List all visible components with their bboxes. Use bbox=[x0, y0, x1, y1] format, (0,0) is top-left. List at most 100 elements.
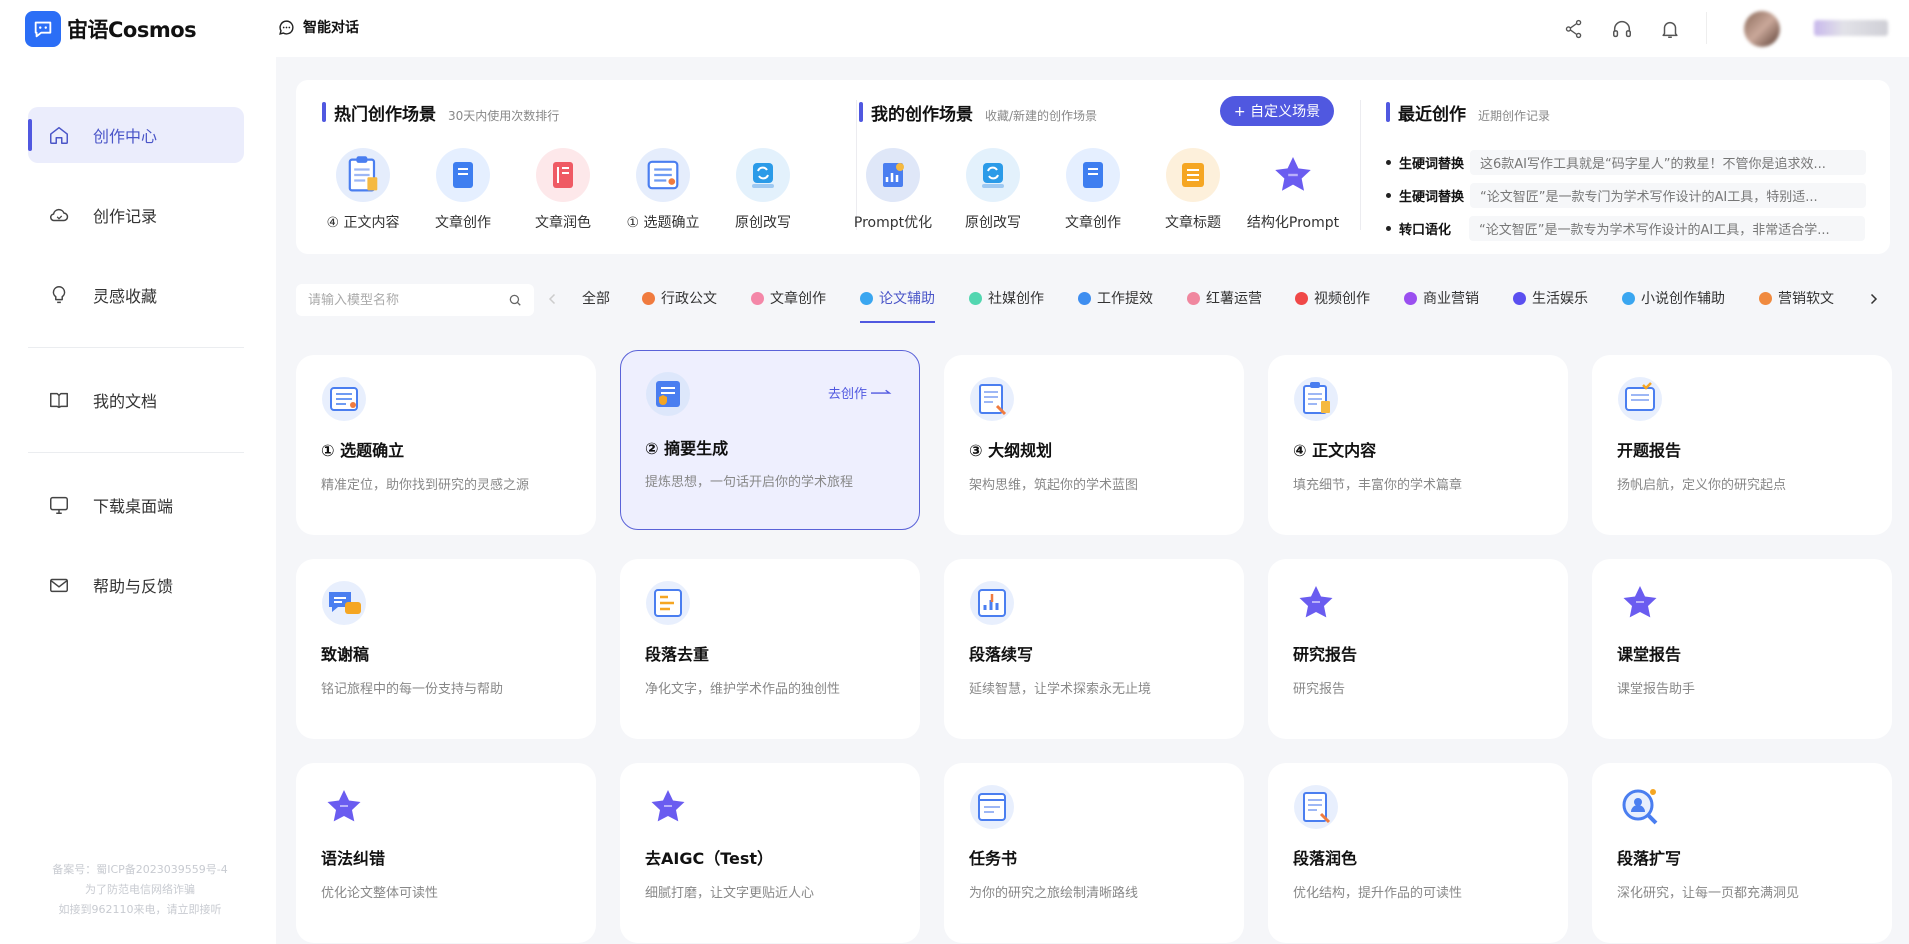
sidebar-item-inspiration[interactable]: 灵感收藏 bbox=[28, 267, 244, 323]
bell-icon[interactable] bbox=[1659, 18, 1681, 40]
sidebar-item-label: 下载桌面端 bbox=[93, 497, 174, 516]
smart-chat-tab[interactable]: 智能对话 bbox=[278, 17, 359, 37]
my-scenes-title: 我的创作场景 bbox=[871, 105, 973, 125]
scene-card[interactable]: ① 选题确立 精准定位，助你找到研究的灵感之源 bbox=[296, 355, 596, 535]
category-tab-active[interactable]: 论文辅助 bbox=[860, 288, 935, 323]
document-shield-icon bbox=[645, 371, 691, 417]
scene-card[interactable]: ④ 正文内容 填充细节，丰富你的学术篇章 bbox=[1268, 355, 1568, 535]
sidebar: 宙语Cosmos 创作中心 创作记录 灵感收藏 我的文档 下载桌面端 帮助与反馈… bbox=[0, 0, 276, 944]
hot-scenes-subtitle: 30天内使用次数排行 bbox=[448, 109, 560, 123]
category-tab[interactable]: 红薯运营 bbox=[1187, 288, 1262, 308]
scene-card-highlighted[interactable]: 去创作 ② 摘要生成 提炼思想，一句话开启你的学术旅程 bbox=[620, 350, 920, 530]
book-icon bbox=[48, 389, 70, 411]
recent-title: 最近创作 bbox=[1398, 105, 1466, 125]
scene-card[interactable]: 段落润色 优化结构，提升作品的可读性 bbox=[1268, 763, 1568, 943]
clipboard-icon bbox=[336, 148, 390, 202]
scene-card[interactable]: 研究报告 研究报告 bbox=[1268, 559, 1568, 739]
logo[interactable]: 宙语Cosmos bbox=[25, 11, 197, 47]
hot-scene-item[interactable]: 原创改写 bbox=[713, 148, 813, 232]
avatar[interactable] bbox=[1744, 11, 1780, 47]
chat-bubble-icon bbox=[278, 19, 295, 36]
recent-item[interactable]: 生硬词替换 “论文智匠”是一款专门为学术写作设计的AI工具，特别适... bbox=[1386, 183, 1866, 208]
my-scenes-subtitle: 收藏/新建的创作场景 bbox=[985, 109, 1098, 123]
fraud-note: 如接到962110来电，请立即接听 bbox=[58, 903, 222, 916]
headset-icon[interactable] bbox=[1611, 18, 1633, 40]
my-scene-item[interactable]: 文章创作 bbox=[1043, 148, 1143, 232]
recent-subtitle: 近期创作记录 bbox=[1478, 109, 1551, 123]
category-tab[interactable]: 营销软文 bbox=[1759, 288, 1834, 308]
document-pen-icon bbox=[969, 376, 1015, 422]
category-tab[interactable]: 视频创作 bbox=[1295, 288, 1370, 308]
scene-card[interactable]: 段落续写 延续智慧，让学术探索永无止境 bbox=[944, 559, 1244, 739]
scene-card[interactable]: 语法纠错 优化论文整体可读性 bbox=[296, 763, 596, 943]
icp-text[interactable]: 备案号：蜀ICP备2023039559号-4 bbox=[30, 860, 250, 880]
star-icon bbox=[1617, 580, 1663, 626]
scene-card[interactable]: 任务书 为你的研究之旅绘制清晰路线 bbox=[944, 763, 1244, 943]
recent-item[interactable]: 转口语化 “论文智匠”是一款专为学术写作设计的AI工具，非常适合学... bbox=[1386, 216, 1866, 241]
lightbulb-icon bbox=[48, 284, 70, 306]
search-icon[interactable] bbox=[508, 293, 522, 307]
category-tab[interactable]: 小说创作辅助 bbox=[1622, 288, 1725, 308]
hot-scene-item[interactable]: ① 选题确立 bbox=[613, 148, 713, 232]
my-scene-item[interactable]: 结构化Prompt bbox=[1243, 148, 1343, 232]
chart-arrow-icon bbox=[969, 580, 1015, 626]
recent-item[interactable]: 生硬词替换 这6款AI写作工具就是“码字星人”的救星！不管你是追求效... bbox=[1386, 150, 1866, 175]
sidebar-item-creation-records[interactable]: 创作记录 bbox=[28, 187, 244, 243]
title-stack-icon bbox=[1166, 148, 1220, 202]
rewrite-icon bbox=[736, 148, 790, 202]
category-tab[interactable]: 生活娱乐 bbox=[1513, 288, 1588, 308]
sidebar-item-label: 我的文档 bbox=[93, 392, 158, 411]
chevron-right-icon[interactable] bbox=[1864, 290, 1882, 308]
model-search-input[interactable] bbox=[308, 292, 508, 308]
sidebar-item-my-docs[interactable]: 我的文档 bbox=[28, 372, 244, 428]
scene-card[interactable]: ③ 大纲规划 架构思维，筑起你的学术蓝图 bbox=[944, 355, 1244, 535]
scene-card[interactable]: 开题报告 扬帆启航，定义你的研究起点 bbox=[1592, 355, 1892, 535]
category-tab[interactable]: 商业营销 bbox=[1404, 288, 1479, 308]
my-scene-item[interactable]: 原创改写 bbox=[943, 148, 1043, 232]
chevron-left-icon[interactable] bbox=[544, 290, 562, 308]
cloud-icon bbox=[48, 204, 70, 226]
category-tab[interactable]: 工作提效 bbox=[1078, 288, 1153, 308]
hot-scenes-header: 热门创作场景 30天内使用次数排行 bbox=[322, 100, 559, 125]
monitor-icon bbox=[48, 494, 70, 516]
smart-chat-label: 智能对话 bbox=[303, 20, 359, 36]
hot-scene-item[interactable]: 文章润色 bbox=[513, 148, 613, 232]
scene-card[interactable]: 段落扩写 深化研究，让每一页都充满洞见 bbox=[1592, 763, 1892, 943]
my-scene-item[interactable]: Prompt优化 bbox=[843, 148, 943, 232]
go-create-link[interactable]: 去创作 bbox=[828, 383, 893, 402]
sidebar-item-help[interactable]: 帮助与反馈 bbox=[28, 557, 244, 613]
checklist-icon bbox=[636, 148, 690, 202]
hot-scene-item[interactable]: 文章创作 bbox=[413, 148, 513, 232]
section-divider bbox=[1360, 100, 1361, 230]
sidebar-item-creation-center[interactable]: 创作中心 bbox=[28, 107, 244, 163]
star-icon bbox=[321, 784, 367, 830]
category-tab[interactable]: 文章创作 bbox=[751, 288, 826, 308]
chat-bubble-icon bbox=[321, 580, 367, 626]
scene-card[interactable]: 致谢稿 铭记旅程中的每一份支持与帮助 bbox=[296, 559, 596, 739]
notebook-icon bbox=[436, 148, 490, 202]
report-check-icon bbox=[1617, 376, 1663, 422]
star-icon bbox=[645, 784, 691, 830]
topbar-divider bbox=[1706, 12, 1707, 44]
hot-scene-item[interactable]: ④ 正文内容 bbox=[313, 148, 413, 232]
sidebar-item-download[interactable]: 下载桌面端 bbox=[28, 477, 244, 533]
footer-note: 备案号：蜀ICP备2023039559号-4 为了防范电信网络诈骗 如接到962… bbox=[30, 860, 250, 920]
my-scene-item[interactable]: 文章标题 bbox=[1143, 148, 1243, 232]
category-tab[interactable]: 行政公文 bbox=[642, 288, 717, 308]
scene-card[interactable]: 去AIGC（Test） 细腻打磨，让文字更贴近人心 bbox=[620, 763, 920, 943]
sidebar-divider bbox=[28, 452, 244, 453]
custom-scene-button[interactable]: + 自定义场景 bbox=[1220, 96, 1334, 126]
app-name: 宙语Cosmos bbox=[67, 18, 197, 42]
book-red-icon bbox=[536, 148, 590, 202]
checklist-icon bbox=[321, 376, 367, 422]
scene-card[interactable]: 课堂报告 课堂报告助手 bbox=[1592, 559, 1892, 739]
clipboard-icon bbox=[1293, 376, 1339, 422]
share-icon[interactable] bbox=[1563, 18, 1585, 40]
home-icon bbox=[48, 124, 70, 146]
category-tab[interactable]: 社媒创作 bbox=[969, 288, 1044, 308]
scene-card[interactable]: 段落去重 净化文字，维护学术作品的独创性 bbox=[620, 559, 920, 739]
user-name-blurred[interactable] bbox=[1814, 20, 1888, 36]
sidebar-item-label: 帮助与反馈 bbox=[93, 577, 174, 596]
window-doc-icon bbox=[969, 784, 1015, 830]
category-tab-all[interactable]: 全部 bbox=[582, 288, 610, 308]
